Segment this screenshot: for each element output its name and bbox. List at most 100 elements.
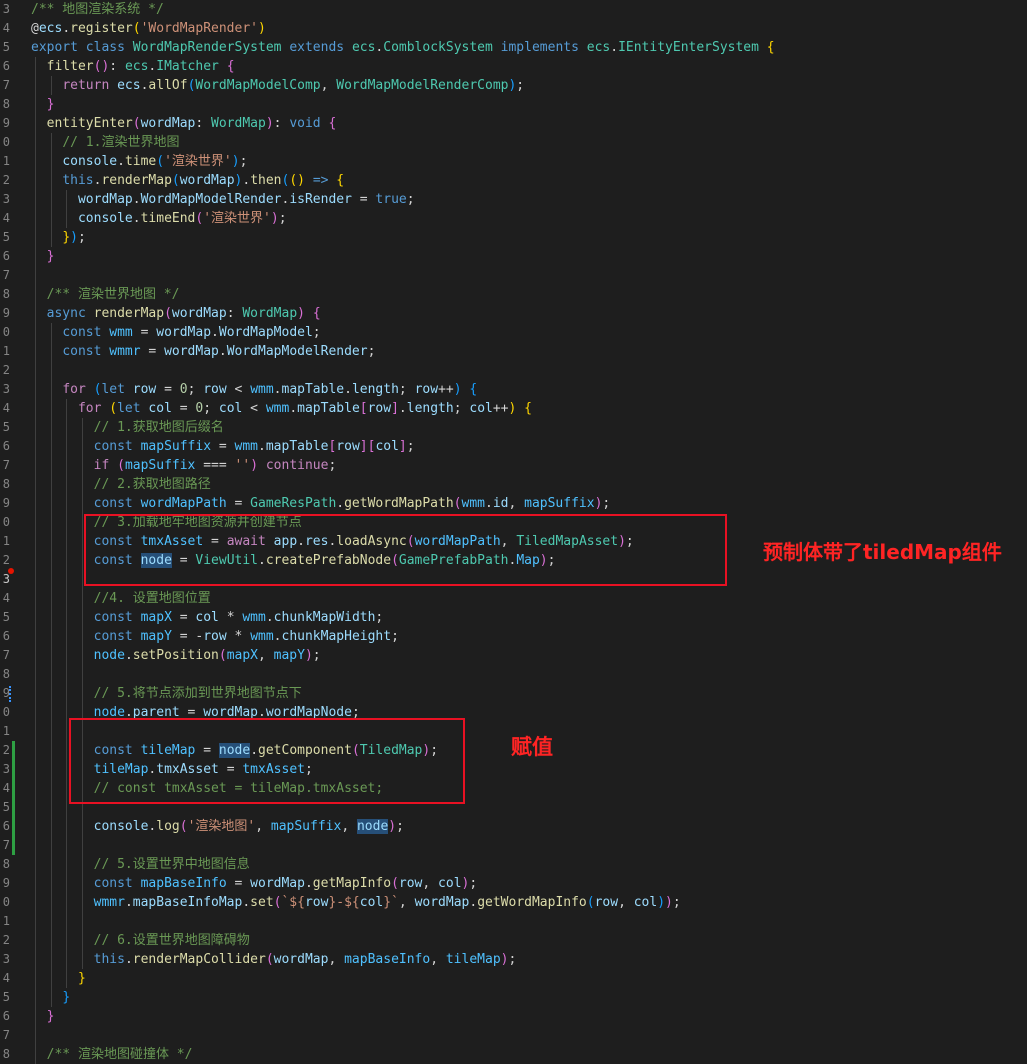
code-line[interactable]: return ecs.allOf(WordMapModelComp, WordM… <box>31 76 524 95</box>
code-line[interactable]: /** 渲染地图碰撞体 */ <box>31 1045 193 1064</box>
code-line[interactable]: // 2.获取地图路径 <box>31 475 211 494</box>
code-line[interactable]: // 6.设置世界地图障碍物 <box>31 931 250 950</box>
code-line[interactable]: console.log('渲染地图', mapSuffix, node); <box>31 817 404 836</box>
code-token: ( <box>109 401 118 416</box>
code-token: * <box>218 610 243 625</box>
code-token: ++ <box>492 401 509 416</box>
code-token: col <box>469 401 493 416</box>
code-line[interactable]: } <box>31 969 86 988</box>
code-token: ; <box>469 876 478 891</box>
code-token: mapSuffix <box>124 458 196 473</box>
line-number-text: 5 <box>2 420 10 434</box>
code-token: allOf <box>148 78 188 93</box>
code-line[interactable]: const wmm = wordMap.WordMapModel; <box>31 323 320 342</box>
code-line[interactable]: // 1.获取地图后缀名 <box>31 418 224 437</box>
code-line[interactable]: const mapBaseInfo = wordMap.getMapInfo(r… <box>31 874 478 893</box>
code-line[interactable]: }); <box>31 228 85 247</box>
code-token: === <box>195 458 235 473</box>
line-number: 0 <box>0 893 18 912</box>
code-token: { <box>226 59 235 74</box>
line-number: 3 <box>0 950 18 969</box>
code-line[interactable]: async renderMap(wordMap: WordMap) { <box>31 304 321 323</box>
line-number-text: 3 <box>2 382 10 396</box>
code-line[interactable]: if (mapSuffix === '') continue; <box>31 456 337 475</box>
code-token: for <box>62 382 86 397</box>
line-number: 0 <box>0 133 18 152</box>
code-line[interactable]: node.setPosition(mapX, mapY); <box>31 646 321 665</box>
code-line[interactable]: const wordMapPath = GameResPath.getWordM… <box>31 494 611 513</box>
code-line[interactable]: /** 地图渲染系统 */ <box>31 0 164 19</box>
code-line[interactable]: // 5.将节点添加到世界地图节点下 <box>31 684 302 703</box>
code-token: { <box>312 306 321 321</box>
code-token: continue <box>265 458 329 473</box>
code-token: mapSuffix <box>524 496 595 511</box>
code-token: const <box>93 439 133 454</box>
line-number-text: 7 <box>2 838 10 852</box>
code-line[interactable]: } <box>31 247 55 266</box>
code-line[interactable]: const wmmr = wordMap.WordMapModelRender; <box>31 342 375 361</box>
code-line[interactable]: for (let col = 0; col < wmm.mapTable[row… <box>31 399 532 418</box>
code-token: mapX <box>140 610 172 625</box>
code-line[interactable]: } <box>31 988 70 1007</box>
code-token: ; <box>453 401 470 416</box>
code-line[interactable]: this.renderMap(wordMap).then(() => { <box>31 171 344 190</box>
diff-added-marker <box>12 817 15 836</box>
code-token: ecs <box>117 78 141 93</box>
code-token: , <box>508 496 525 511</box>
code-token: ) <box>388 819 397 834</box>
code-token: , <box>618 895 634 910</box>
code-token: = <box>156 382 180 397</box>
code-token: const <box>62 344 102 359</box>
code-token: }` <box>383 895 399 910</box>
line-number: 4 <box>0 209 18 228</box>
code-line[interactable]: export class WordMapRenderSystem extends… <box>31 38 775 57</box>
code-token: wordMap <box>156 325 212 340</box>
code-line[interactable]: const mapX = col * wmm.chunkMapWidth; <box>31 608 384 627</box>
code-line[interactable]: const mapY = -row * wmm.chunkMapHeight; <box>31 627 399 646</box>
code-token: isRender <box>289 192 352 207</box>
code-token: // 2.获取地图路径 <box>93 477 211 492</box>
line-number: 6 <box>0 437 18 456</box>
code-line[interactable]: // 5.设置世界中地图信息 <box>31 855 250 874</box>
code-token: , <box>255 819 271 834</box>
code-line[interactable]: } <box>31 1007 55 1026</box>
code-line[interactable]: entityEnter(wordMap: WordMap): void { <box>31 114 337 133</box>
code-token: < <box>226 382 251 397</box>
code-token: row <box>203 629 227 644</box>
code-line[interactable]: filter(): ecs.IMatcher { <box>31 57 235 76</box>
code-token: ( <box>586 895 595 910</box>
line-number: 9 <box>0 874 18 893</box>
code-line[interactable]: // 1.渲染世界地图 <box>31 133 179 152</box>
code-line[interactable]: for (let row = 0; row < wmm.mapTable.len… <box>31 380 477 399</box>
code-token: getMapInfo <box>312 876 392 891</box>
code-line[interactable]: console.time('渲染世界'); <box>31 152 247 171</box>
code-token: getWordMapPath <box>344 496 454 511</box>
code-token: renderMap <box>101 173 172 188</box>
code-line[interactable]: wmmr.mapBaseInfoMap.set(`${row}-${col}`,… <box>31 893 681 912</box>
line-number-text: 4 <box>2 971 10 985</box>
code-line[interactable]: //4. 设置地图位置 <box>31 589 211 608</box>
code-token: = <box>226 496 251 511</box>
code-token: ] <box>391 401 399 416</box>
breakpoint-icon[interactable] <box>8 568 14 574</box>
code-line[interactable]: const mapSuffix = wmm.mapTable[row][col]… <box>31 437 415 456</box>
code-token: ecs <box>38 21 63 36</box>
code-token: wordMapPath <box>140 496 227 511</box>
line-number-text: 0 <box>2 325 10 339</box>
code-line[interactable]: wordMap.WordMapModelRender.isRender = tr… <box>31 190 415 209</box>
code-token: mapTable <box>297 401 360 416</box>
code-line[interactable]: this.renderMapCollider(wordMap, mapBaseI… <box>31 950 517 969</box>
line-number-text: 5 <box>2 610 10 624</box>
code-line[interactable]: } <box>31 95 55 114</box>
code-line[interactable]: console.timeEnd('渲染世界'); <box>31 209 287 228</box>
code-token: /** 渲染世界地图 */ <box>46 287 180 302</box>
code-line[interactable]: /** 渲染世界地图 */ <box>31 285 180 304</box>
code-line[interactable]: @ecs.register('WordMapRender') <box>31 19 266 38</box>
